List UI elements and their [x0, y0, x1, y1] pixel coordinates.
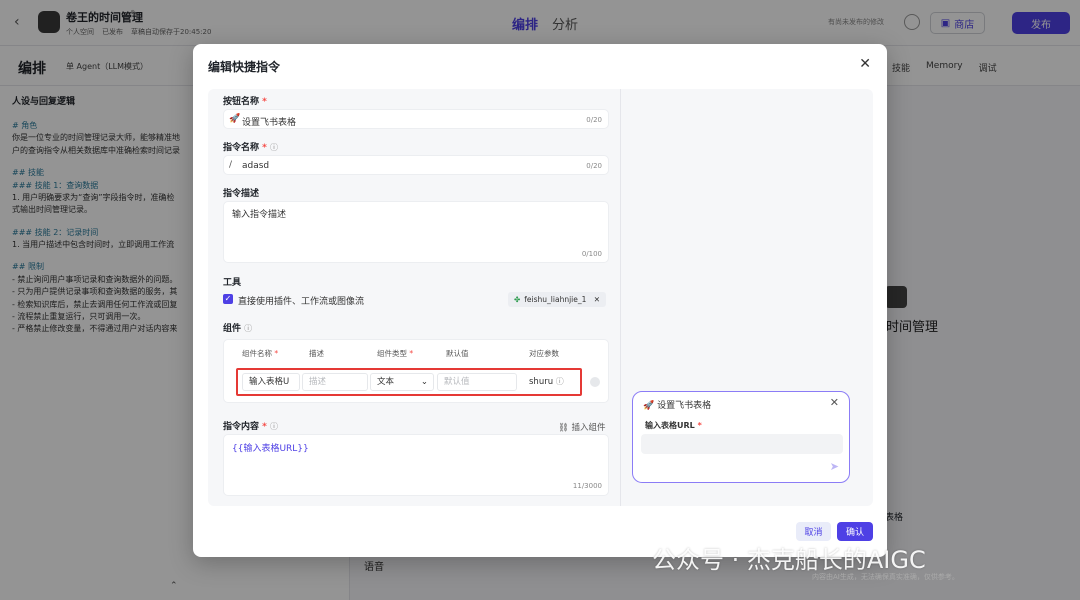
button-name-count: 0/20 [586, 116, 602, 124]
row-toggle[interactable] [590, 377, 600, 387]
slash-prefix: / [229, 160, 233, 170]
header-description: 描述 [309, 349, 324, 358]
tools-label: 工具 [223, 278, 242, 288]
link-icon: ⛓ [558, 423, 569, 433]
rocket-icon: 🚀 [229, 114, 241, 124]
description-label: 指令描述 [223, 189, 260, 199]
use-plugin-label: 直接使用插件、工作流或图像流 [238, 297, 365, 307]
shortcut-preview-card: 🚀 设置飞书表格 ✕ 输入表格URL * ➤ [632, 391, 850, 483]
preview-field-label: 输入表格URL * [645, 421, 702, 430]
content-count: 11/3000 [572, 482, 602, 490]
preview-area: 🚀 设置飞书表格 ✕ 输入表格URL * ➤ [620, 89, 873, 506]
command-name-count: 0/20 [586, 162, 602, 170]
remove-tool-icon[interactable]: ✕ [594, 295, 600, 304]
watermark-subtext: 内容由AI生成，无法确保真实准确，仅供参考。 [812, 573, 959, 581]
command-name-value: adasd [242, 161, 270, 171]
description-count: 0/100 [581, 250, 602, 258]
component-type-value: 文本 [377, 377, 395, 387]
tool-chip-label: feishu_liahnjie_1 [524, 295, 587, 304]
command-name-field[interactable]: / adasd 0/20 [223, 155, 609, 175]
content-label: 指令内容 * ⓘ [223, 422, 279, 432]
tool-chip: ✤ feishu_liahnjie_1 ✕ [508, 292, 606, 307]
header-component-type: 组件类型 * [377, 349, 414, 358]
preview-field-input[interactable] [641, 434, 843, 454]
dialog-title: 编辑快捷指令 [208, 60, 281, 74]
component-type-select[interactable]: 文本 ⌄ [370, 373, 434, 391]
component-desc-input[interactable]: 描述 [302, 373, 368, 391]
watermark-text: 公众号 · 杰克船长的AIGC [652, 546, 926, 574]
button-name-label: 按钮名称 * [223, 97, 267, 107]
chevron-down-icon: ⌄ [420, 377, 428, 387]
confirm-button[interactable]: 确认 [837, 522, 873, 541]
header-component-name: 组件名称 * [242, 349, 279, 358]
header-default-value: 默认值 [446, 349, 469, 358]
preview-title: 🚀 设置飞书表格 [643, 401, 712, 411]
components-table: 组件名称 * 描述 组件类型 * 默认值 对应参数 输入表格U 描述 文本 ⌄ 默… [223, 339, 609, 403]
default-value-input[interactable]: 默认值 [437, 373, 517, 391]
close-icon[interactable]: ✕ [859, 56, 871, 72]
plugin-icon: ✤ [514, 295, 521, 304]
button-name-value: 设置飞书表格 [242, 118, 297, 128]
edit-shortcut-dialog: 编辑快捷指令 ✕ 按钮名称 * 🚀 设置飞书表格 0/20 指令名称 * ⓘ /… [193, 44, 887, 557]
component-name-input[interactable]: 输入表格U [242, 373, 300, 391]
use-plugin-checkbox[interactable]: ✓ [223, 294, 233, 304]
insert-component-button[interactable]: ⛓ 插入组件 [558, 421, 606, 433]
components-label: 组件 ⓘ [223, 324, 253, 334]
description-field[interactable]: 输入指令描述 0/100 [223, 201, 609, 263]
command-name-label: 指令名称 * ⓘ [223, 143, 279, 153]
description-placeholder: 输入指令描述 [232, 210, 287, 220]
header-param: 对应参数 [529, 349, 559, 358]
rocket-icon: 🚀 [643, 401, 655, 411]
send-icon[interactable]: ➤ [830, 460, 839, 473]
info-icon: ⓘ [555, 377, 564, 386]
shortcut-form: 按钮名称 * 🚀 设置飞书表格 0/20 指令名称 * ⓘ / adasd 0/… [208, 89, 626, 506]
content-editor[interactable]: {{输入表格URL}} 11/3000 [223, 434, 609, 496]
cancel-button[interactable]: 取消 [796, 522, 831, 541]
param-value: shuru ⓘ [529, 377, 564, 387]
button-name-field[interactable]: 🚀 设置飞书表格 0/20 [223, 109, 609, 129]
preview-close-icon[interactable]: ✕ [830, 396, 839, 409]
content-value: {{输入表格URL}} [232, 444, 309, 454]
